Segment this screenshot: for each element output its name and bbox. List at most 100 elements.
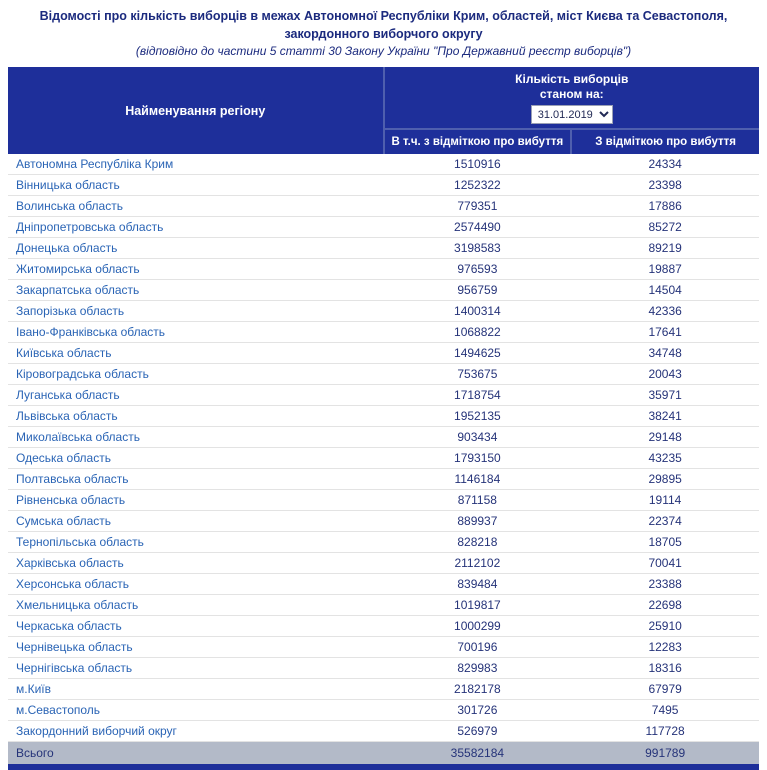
count-header-line1: Кількість виборців <box>385 72 760 87</box>
date-select[interactable]: 31.01.2019 <box>531 105 613 124</box>
departed-count: 12283 <box>571 637 759 658</box>
table-row: Хмельницька область 1019817 22698 <box>8 595 759 616</box>
table-bottom-bar <box>8 764 759 770</box>
voters-count: 1000299 <box>384 616 572 637</box>
table-row: Закарпатська область 956759 14504 <box>8 280 759 301</box>
departed-count: 23388 <box>571 574 759 595</box>
region-link[interactable]: Івано-Франківська область <box>8 322 384 343</box>
region-link[interactable]: Дніпропетровська область <box>8 217 384 238</box>
region-link[interactable]: м.Київ <box>8 679 384 700</box>
table-row: Вінницька область 1252322 23398 <box>8 175 759 196</box>
table-row: Чернігівська область 829983 18316 <box>8 658 759 679</box>
table-row: м.Київ 2182178 67979 <box>8 679 759 700</box>
voters-count: 2182178 <box>384 679 572 700</box>
table-row: Рівненська область 871158 19114 <box>8 490 759 511</box>
table-row: Закордонний виборчий округ 526979 117728 <box>8 721 759 742</box>
region-link[interactable]: м.Севастополь <box>8 700 384 721</box>
region-link[interactable]: Вінницька область <box>8 175 384 196</box>
table-row: Кіровоградська область 753675 20043 <box>8 364 759 385</box>
region-link[interactable]: Донецька область <box>8 238 384 259</box>
region-link[interactable]: Закордонний виборчий округ <box>8 721 384 742</box>
region-link[interactable]: Київська область <box>8 343 384 364</box>
departed-count: 43235 <box>571 448 759 469</box>
departed-count: 117728 <box>571 721 759 742</box>
table-row: Чернівецька область 700196 12283 <box>8 637 759 658</box>
region-link[interactable]: Черкаська область <box>8 616 384 637</box>
region-link[interactable]: Миколаївська область <box>8 427 384 448</box>
departed-count: 23398 <box>571 175 759 196</box>
region-column-header: Найменування регіону <box>8 67 384 154</box>
page: Відомості про кількість виборців в межах… <box>0 0 767 770</box>
table-row: Автономна Республіка Крим 1510916 24334 <box>8 154 759 175</box>
total-departed-value: 991789 <box>571 742 759 765</box>
col-departed-header: З відміткою про вибуття <box>571 129 759 154</box>
page-subtitle: (відповідно до частини 5 статті 30 Закон… <box>8 44 759 58</box>
table-row: Одеська область 1793150 43235 <box>8 448 759 469</box>
count-header: Кількість виборців станом на: 31.01.2019 <box>384 67 760 129</box>
voters-count: 526979 <box>384 721 572 742</box>
total-row: Всього 35582184 991789 <box>8 742 759 765</box>
voters-count: 753675 <box>384 364 572 385</box>
table-row: Сумська область 889937 22374 <box>8 511 759 532</box>
region-link[interactable]: Хмельницька область <box>8 595 384 616</box>
col-total-header: В т.ч. з відміткою про вибуття <box>384 129 572 154</box>
voters-count: 903434 <box>384 427 572 448</box>
departed-count: 20043 <box>571 364 759 385</box>
voters-count: 871158 <box>384 490 572 511</box>
region-link[interactable]: Херсонська область <box>8 574 384 595</box>
region-link[interactable]: Чернівецька область <box>8 637 384 658</box>
region-link[interactable]: Одеська область <box>8 448 384 469</box>
voters-count: 829983 <box>384 658 572 679</box>
table-row: Миколаївська область 903434 29148 <box>8 427 759 448</box>
table-row: м.Севастополь 301726 7495 <box>8 700 759 721</box>
region-link[interactable]: Рівненська область <box>8 490 384 511</box>
total-label: Всього <box>8 742 384 765</box>
departed-count: 19887 <box>571 259 759 280</box>
table-row: Київська область 1494625 34748 <box>8 343 759 364</box>
table-row: Івано-Франківська область 1068822 17641 <box>8 322 759 343</box>
region-link[interactable]: Полтавська область <box>8 469 384 490</box>
table-row: Запорізька область 1400314 42336 <box>8 301 759 322</box>
region-link[interactable]: Житомирська область <box>8 259 384 280</box>
table-row: Харківська область 2112102 70041 <box>8 553 759 574</box>
departed-count: 89219 <box>571 238 759 259</box>
table-row: Херсонська область 839484 23388 <box>8 574 759 595</box>
region-link[interactable]: Чернігівська область <box>8 658 384 679</box>
page-title: Відомості про кількість виборців в межах… <box>8 7 759 43</box>
voters-count: 3198583 <box>384 238 572 259</box>
voters-count: 828218 <box>384 532 572 553</box>
region-link[interactable]: Сумська область <box>8 511 384 532</box>
region-link[interactable]: Тернопільська область <box>8 532 384 553</box>
voters-count: 1793150 <box>384 448 572 469</box>
departed-count: 29148 <box>571 427 759 448</box>
departed-count: 38241 <box>571 406 759 427</box>
voters-table: Найменування регіону Кількість виборців … <box>8 67 759 764</box>
region-link[interactable]: Волинська область <box>8 196 384 217</box>
voters-count: 956759 <box>384 280 572 301</box>
table-row: Волинська область 779351 17886 <box>8 196 759 217</box>
region-link[interactable]: Львівська область <box>8 406 384 427</box>
voters-count: 976593 <box>384 259 572 280</box>
region-link[interactable]: Луганська область <box>8 385 384 406</box>
region-link[interactable]: Харківська область <box>8 553 384 574</box>
voters-count: 839484 <box>384 574 572 595</box>
region-link[interactable]: Закарпатська область <box>8 280 384 301</box>
region-link[interactable]: Кіровоградська область <box>8 364 384 385</box>
departed-count: 70041 <box>571 553 759 574</box>
voters-count: 1252322 <box>384 175 572 196</box>
table-footer: Всього 35582184 991789 <box>8 742 759 765</box>
table-row: Тернопільська область 828218 18705 <box>8 532 759 553</box>
departed-count: 35971 <box>571 385 759 406</box>
voters-count: 1400314 <box>384 301 572 322</box>
table-row: Донецька область 3198583 89219 <box>8 238 759 259</box>
table-header: Найменування регіону Кількість виборців … <box>8 67 759 154</box>
region-link[interactable]: Автономна Республіка Крим <box>8 154 384 175</box>
voters-count: 301726 <box>384 700 572 721</box>
voters-count: 2574490 <box>384 217 572 238</box>
departed-count: 25910 <box>571 616 759 637</box>
voters-count: 1718754 <box>384 385 572 406</box>
departed-count: 18316 <box>571 658 759 679</box>
voters-count: 1510916 <box>384 154 572 175</box>
region-link[interactable]: Запорізька область <box>8 301 384 322</box>
departed-count: 34748 <box>571 343 759 364</box>
